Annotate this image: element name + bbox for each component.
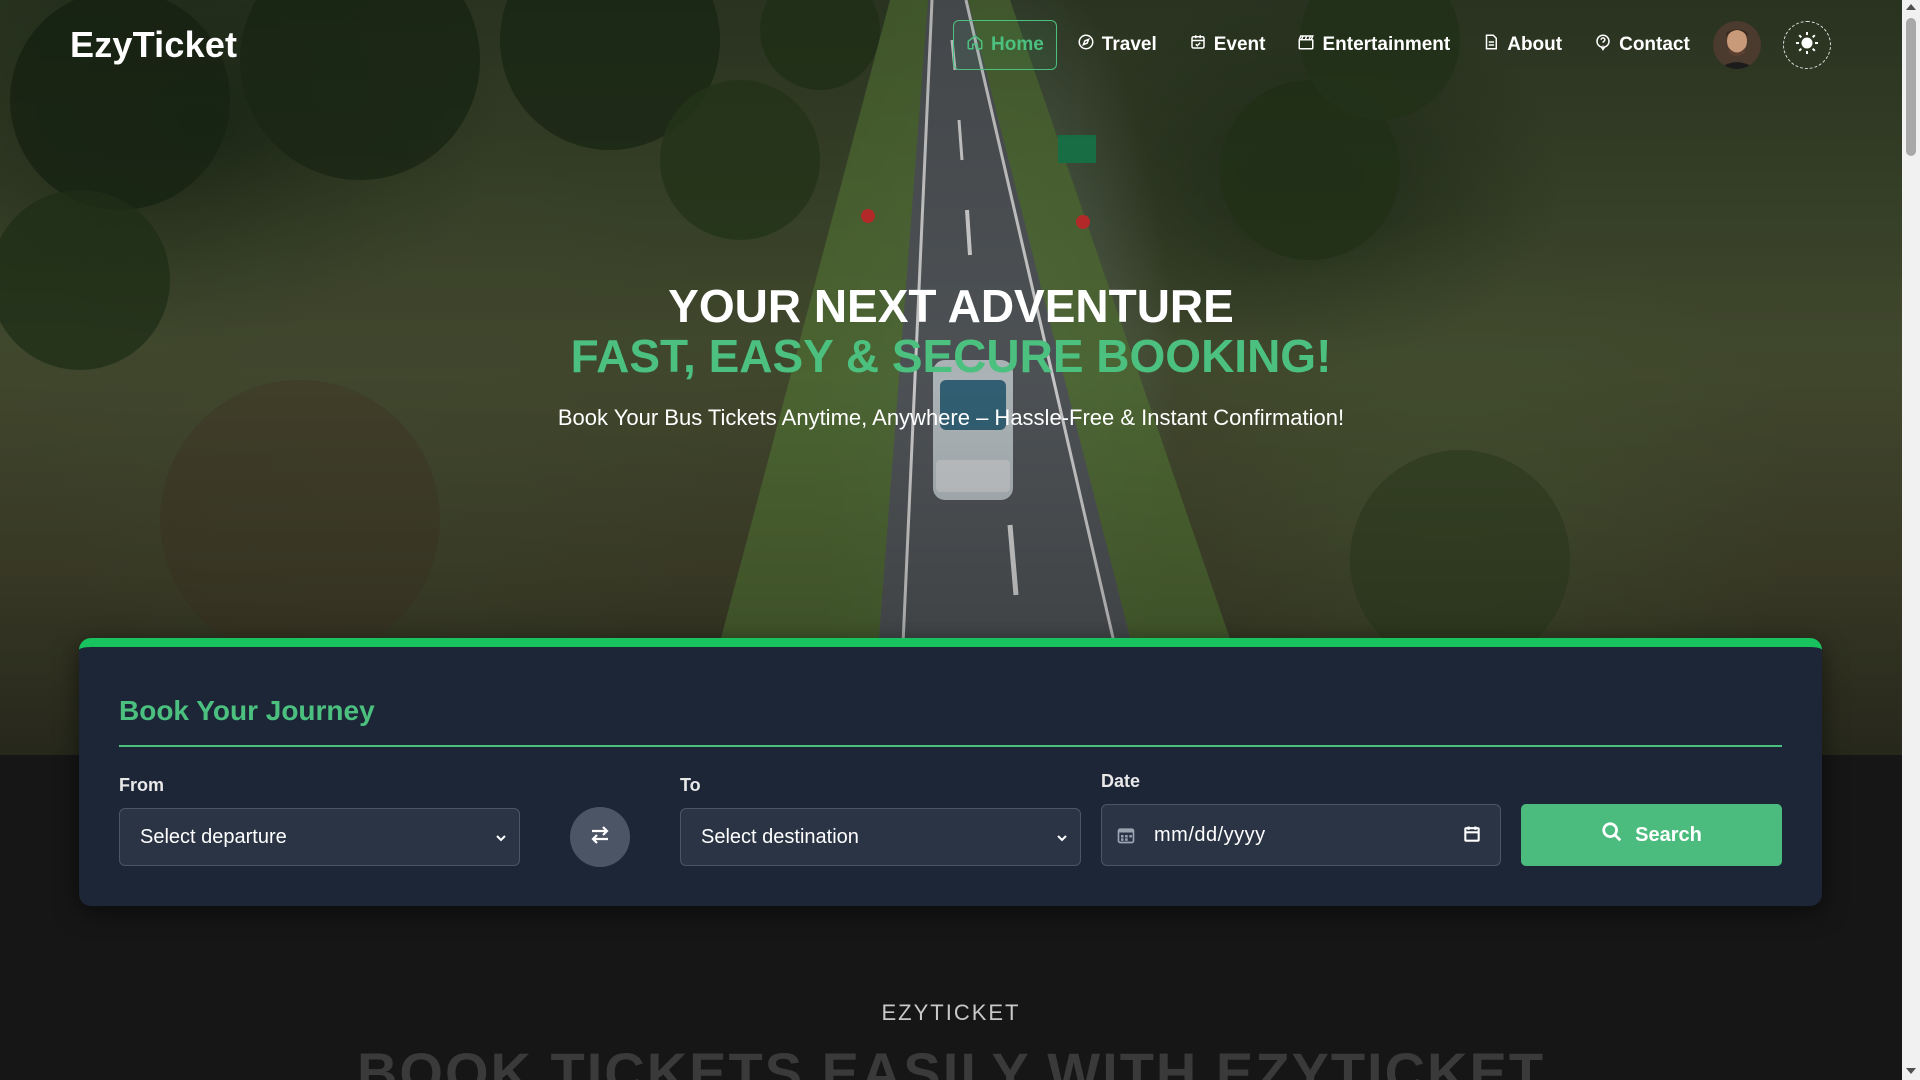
booking-card: Book Your Journey From Select departure … (79, 638, 1822, 906)
swap-locations-button[interactable] (570, 807, 630, 867)
page-scrollbar[interactable] (1902, 0, 1920, 1080)
to-label: To (680, 775, 701, 795)
nav-item-label: Contact (1619, 34, 1690, 55)
sun-icon (1795, 31, 1819, 60)
booking-card-title: Book Your Journey (119, 695, 375, 726)
search-button-label: Search (1635, 823, 1702, 846)
search-button[interactable]: Search (1521, 804, 1782, 866)
nav-item-label: Home (991, 34, 1044, 55)
document-icon (1482, 33, 1500, 57)
nav-item-travel[interactable]: Travel (1065, 20, 1169, 70)
nav-item-home[interactable]: Home (953, 20, 1057, 70)
from-select[interactable]: Select departure (119, 808, 520, 866)
to-select-value: Select destination (701, 825, 859, 848)
calendar-icon (1189, 33, 1207, 57)
from-label: From (119, 775, 164, 795)
user-avatar[interactable] (1713, 21, 1761, 69)
hero-title: YOUR NEXT ADVENTURE (668, 280, 1234, 332)
booking-card-divider (119, 745, 1782, 747)
nav-item-label: Event (1213, 34, 1266, 55)
theme-toggle-button[interactable] (1783, 21, 1831, 69)
nav-item-label: Entertainment (1322, 34, 1451, 55)
nav-item-contact[interactable]: Contact (1582, 20, 1702, 70)
clapperboard-icon (1297, 33, 1315, 57)
nav-item-label: Travel (1101, 34, 1157, 55)
scroll-down-arrow-icon[interactable] (1906, 1068, 1916, 1074)
help-circle-icon (1594, 33, 1612, 57)
section-heading: BOOK TICKETS EASILY WITH EZYTICKET (356, 1041, 1546, 1080)
main-nav: Home Travel Event Entertainment About Co… (953, 20, 1710, 70)
calendar-picker-icon[interactable] (1462, 824, 1482, 849)
nav-item-label: About (1507, 34, 1563, 55)
date-input[interactable]: mm/dd/yyyy (1101, 804, 1501, 866)
swap-arrows-icon (588, 823, 612, 852)
scrollbar-thumb[interactable] (1906, 18, 1916, 156)
calendar-grid-icon (1116, 825, 1136, 850)
scroll-up-arrow-icon[interactable] (1906, 4, 1916, 10)
from-select-value: Select departure (140, 825, 287, 848)
chevron-down-icon (493, 829, 509, 852)
date-input-placeholder: mm/dd/yyyy (1154, 823, 1266, 846)
section-kicker: EZYTICKET (881, 1000, 1021, 1025)
hero-subtitle: FAST, EASY & SECURE BOOKING! (570, 330, 1332, 382)
compass-icon (1077, 33, 1095, 57)
search-icon (1601, 821, 1623, 849)
nav-item-entertainment[interactable]: Entertainment (1285, 20, 1462, 70)
nav-item-about[interactable]: About (1470, 20, 1574, 70)
chevron-down-icon (1054, 829, 1070, 852)
brand-logo[interactable]: EzyTicket (70, 24, 237, 66)
date-label: Date (1101, 771, 1141, 791)
hero-description: Book Your Bus Tickets Anytime, Anywhere … (557, 405, 1345, 430)
home-icon (966, 33, 984, 57)
nav-item-event[interactable]: Event (1177, 20, 1278, 70)
to-select[interactable]: Select destination (680, 808, 1081, 866)
